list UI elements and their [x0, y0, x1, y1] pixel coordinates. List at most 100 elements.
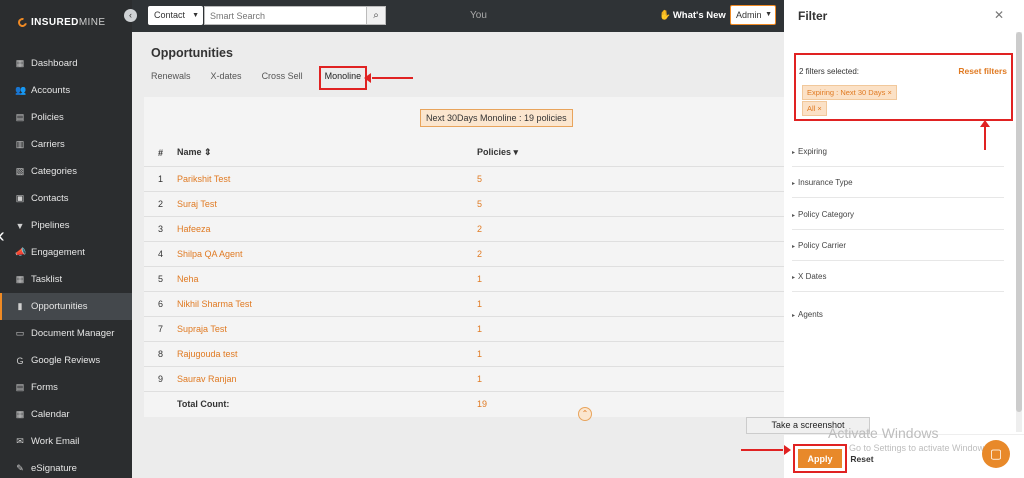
sidebar-item-opportunities[interactable]: ▮ Opportunities: [0, 293, 132, 320]
chevron-left-icon[interactable]: ‹: [0, 226, 5, 246]
carrier-icon: ▥: [15, 139, 25, 149]
column-header-name[interactable]: Name ⇕: [177, 140, 477, 166]
table-row: 1 Parikshit Test 5: [144, 165, 784, 191]
row-name-link[interactable]: Hafeeza: [177, 215, 477, 241]
row-policies-count[interactable]: 1: [477, 365, 784, 391]
megaphone-icon: 📣: [15, 247, 27, 257]
filter-group-label: Insurance Type: [798, 178, 853, 188]
sidebar-item-label: Dashboard: [31, 58, 78, 69]
sidebar-item-label: Google Reviews: [31, 355, 101, 366]
sidebar-item-contacts[interactable]: ▣ Contacts: [0, 185, 132, 212]
filter-group-label: Agents: [798, 310, 823, 319]
table-row: 5 Neha 1: [144, 265, 784, 291]
logo[interactable]: INSUREDMINE: [16, 16, 105, 29]
filter-icon: ▼: [15, 220, 25, 231]
sidebar-item-google-reviews[interactable]: G Google Reviews: [0, 347, 132, 374]
search-button[interactable]: ⌕: [366, 6, 386, 25]
row-policies-count[interactable]: 1: [477, 265, 784, 291]
sidebar-item-tasklist[interactable]: ▦ Tasklist: [0, 266, 132, 293]
tab-x-dates[interactable]: X-dates: [211, 71, 242, 85]
total-label: Total Count:: [177, 390, 477, 416]
tab-monoline[interactable]: Monoline: [318, 66, 368, 90]
filter-group-policy-category[interactable]: ▸ Policy Category: [792, 199, 1004, 230]
file-icon: ▤: [15, 112, 25, 122]
sidebar-item-calendar[interactable]: ▦ Calendar: [0, 401, 132, 428]
table-row: 4 Shilpa QA Agent 2: [144, 240, 784, 266]
table-row: 9 Saurav Ranjan 1: [144, 365, 784, 391]
apply-button[interactable]: Apply: [793, 444, 847, 473]
row-policies-count[interactable]: 5: [477, 190, 784, 216]
reset-filters-link[interactable]: Reset filters: [958, 66, 1007, 76]
sidebar-item-document-manager[interactable]: ▭ Document Manager: [0, 320, 132, 347]
sidebar-item-forms[interactable]: ▤ Forms: [0, 374, 132, 401]
filter-group-x-dates[interactable]: ▸ X Dates: [792, 261, 1004, 293]
whats-new-link[interactable]: ✋ What's New: [659, 10, 726, 21]
search-input[interactable]: [204, 6, 368, 25]
row-policies-count[interactable]: 2: [477, 215, 784, 241]
filter-group-label: Policy Category: [798, 209, 855, 219]
users-icon: 👥: [15, 85, 27, 95]
caret-right-icon: ▸: [792, 181, 796, 188]
chat-button[interactable]: ▢: [982, 440, 1010, 468]
filter-group-agents[interactable]: ▸ Agents: [792, 299, 1004, 330]
tab-renewals[interactable]: Renewals: [151, 71, 191, 85]
sidebar-item-dashboard[interactable]: ▦ Dashboard: [0, 50, 132, 77]
filter-panel: Filter ✕ 2 filters selected: Reset filte…: [784, 0, 1024, 478]
sidebar-item-esignature[interactable]: ✎ eSignature: [0, 455, 132, 478]
row-name-link[interactable]: Shilpa QA Agent: [177, 240, 477, 266]
row-policies-count[interactable]: 2: [477, 240, 784, 266]
table-row: 6 Nikhil Sharma Test 1: [144, 290, 784, 316]
scroll-top-button[interactable]: ⌃: [578, 407, 592, 421]
row-policies-count[interactable]: 1: [477, 290, 784, 316]
results-card: Next 30Days Monoline : 19 policies # Nam…: [144, 97, 784, 417]
sidebar-item-label: Work Email: [31, 436, 80, 447]
row-policies-count[interactable]: 1: [477, 340, 784, 366]
sidebar-item-label: Pipelines: [31, 220, 70, 231]
filter-chip-all[interactable]: All ×: [802, 101, 827, 116]
sidebar-item-policies[interactable]: ▤ Policies: [0, 104, 132, 131]
panel-scrollbar[interactable]: [1016, 32, 1022, 432]
sidebar-item-categories[interactable]: ▧ Categories: [0, 158, 132, 185]
mail-icon: ✉: [16, 436, 24, 446]
filter-group-expiring[interactable]: ▸ Expiring: [792, 136, 1004, 167]
sidebar-item-label: Contacts: [31, 193, 69, 204]
sidebar-item-accounts[interactable]: 👥 Accounts: [0, 77, 132, 104]
filter-group-insurance-type[interactable]: ▸ Insurance Type: [792, 167, 1004, 199]
row-name-link[interactable]: Suraj Test: [177, 190, 477, 216]
column-header-index: #: [158, 147, 164, 158]
row-name-link[interactable]: Saurav Ranjan: [177, 365, 477, 391]
table-header-row: # Name ⇕ Policies ▾: [144, 140, 784, 166]
sidebar-item-pipelines[interactable]: ▼ Pipelines: [0, 212, 132, 239]
row-name-link[interactable]: Rajugouda test: [177, 340, 477, 366]
row-name-link[interactable]: Nikhil Sharma Test: [177, 290, 477, 316]
sidebar-item-label: Document Manager: [31, 328, 115, 339]
caret-right-icon: ▸: [792, 150, 796, 156]
close-icon[interactable]: ✕: [994, 8, 1004, 22]
filter-group-policy-carrier[interactable]: ▸ Policy Carrier: [792, 230, 1004, 261]
row-index: 7: [144, 315, 177, 341]
sidebar-item-work-email[interactable]: ✉ Work Email: [0, 428, 132, 455]
row-policies-count[interactable]: 1: [477, 315, 784, 341]
row-policies-count[interactable]: 5: [477, 165, 784, 191]
sidebar-item-label: Opportunities: [31, 301, 88, 312]
opportunities-table: # Name ⇕ Policies ▾ 1 Parikshit Test 5 2 Sur…: [144, 140, 784, 416]
contact-select[interactable]: Contact ▼: [148, 6, 203, 25]
row-name-link[interactable]: Supraja Test: [177, 315, 477, 341]
tab-cross-sell[interactable]: Cross Sell: [262, 71, 303, 85]
row-name-link[interactable]: Parikshit Test: [177, 165, 477, 191]
you-label: You: [470, 10, 487, 21]
scrollbar-thumb[interactable]: [1016, 32, 1022, 412]
sidebar-item-label: Accounts: [31, 85, 71, 96]
sidebar-item-engagement[interactable]: 📣 Engagement: [0, 239, 132, 266]
admin-select[interactable]: Admin ▼: [730, 5, 776, 25]
sidebar-item-carriers[interactable]: ▥ Carriers: [0, 131, 132, 158]
chevron-down-icon: ▼: [192, 12, 199, 19]
sidebar-item-label: Policies: [31, 112, 64, 123]
chat-icon: ▢: [989, 446, 1003, 461]
column-header-policies[interactable]: Policies ▾: [477, 140, 784, 166]
filter-chip-expiring[interactable]: Expiring : Next 30 Days ×: [802, 85, 897, 100]
sidebar: INSUREDMINE ▦ Dashboard 👥 Accounts ▤ Policies…: [0, 0, 132, 478]
row-name-link[interactable]: Neha: [177, 265, 477, 291]
collapse-sidebar-button[interactable]: ‹: [124, 9, 137, 22]
filters-count: 2 filters selected:: [799, 67, 860, 76]
